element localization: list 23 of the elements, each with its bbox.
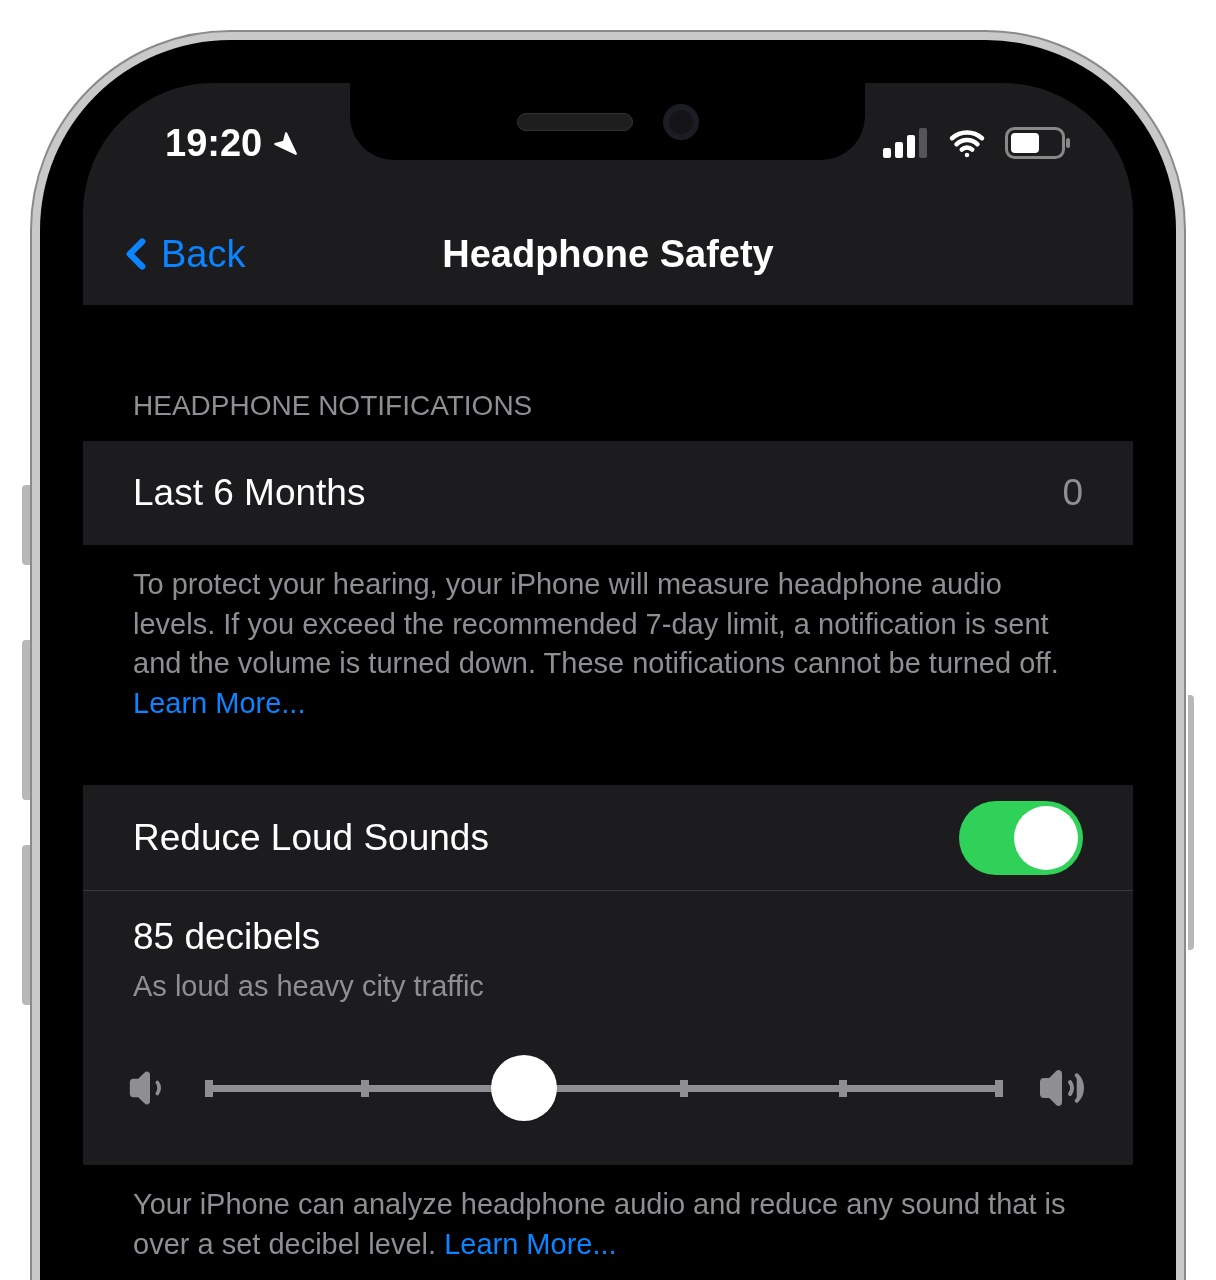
- back-button[interactable]: Back: [111, 225, 246, 283]
- row-label: Last 6 Months: [133, 471, 366, 516]
- battery-icon: [1005, 127, 1071, 159]
- section-footer: To protect your hearing, your iPhone will measure headphone audio levels. If you exceed the recommended 7-day limit, a notification is sent and the volume is turned down. These notifications cannot be turned off. Learn More...: [83, 545, 1133, 723]
- camera-lens: [662, 103, 699, 140]
- slider-tick: [995, 1079, 1003, 1097]
- section-header: HEADPHONE NOTIFICATIONS: [132, 389, 534, 423]
- section-footer: Your iPhone can analyze headphone audio and reduce any sound that is over a set decibel level. Learn More...: [83, 1165, 1133, 1264]
- list-row[interactable]: Last 6 Months 0: [83, 441, 1133, 545]
- learn-more-link[interactable]: Learn More...: [133, 686, 306, 719]
- location-arrow-icon: [272, 130, 299, 156]
- page-title: Headphone Safety: [442, 231, 774, 277]
- status-time: 19:20: [165, 120, 263, 166]
- row-value: 0: [1062, 471, 1083, 516]
- learn-more-link[interactable]: Learn More...: [444, 1227, 617, 1260]
- row-label: Reduce Loud Sounds: [133, 815, 489, 860]
- decibel-description: As loud as heavy city traffic: [133, 969, 485, 1004]
- slider-tick: [679, 1079, 688, 1097]
- slider-tick: [839, 1079, 848, 1097]
- signal-icon: [883, 128, 929, 158]
- decibel-value: 85 decibels: [133, 915, 322, 959]
- slider-tick: [360, 1079, 369, 1097]
- slider-tick: [205, 1079, 213, 1097]
